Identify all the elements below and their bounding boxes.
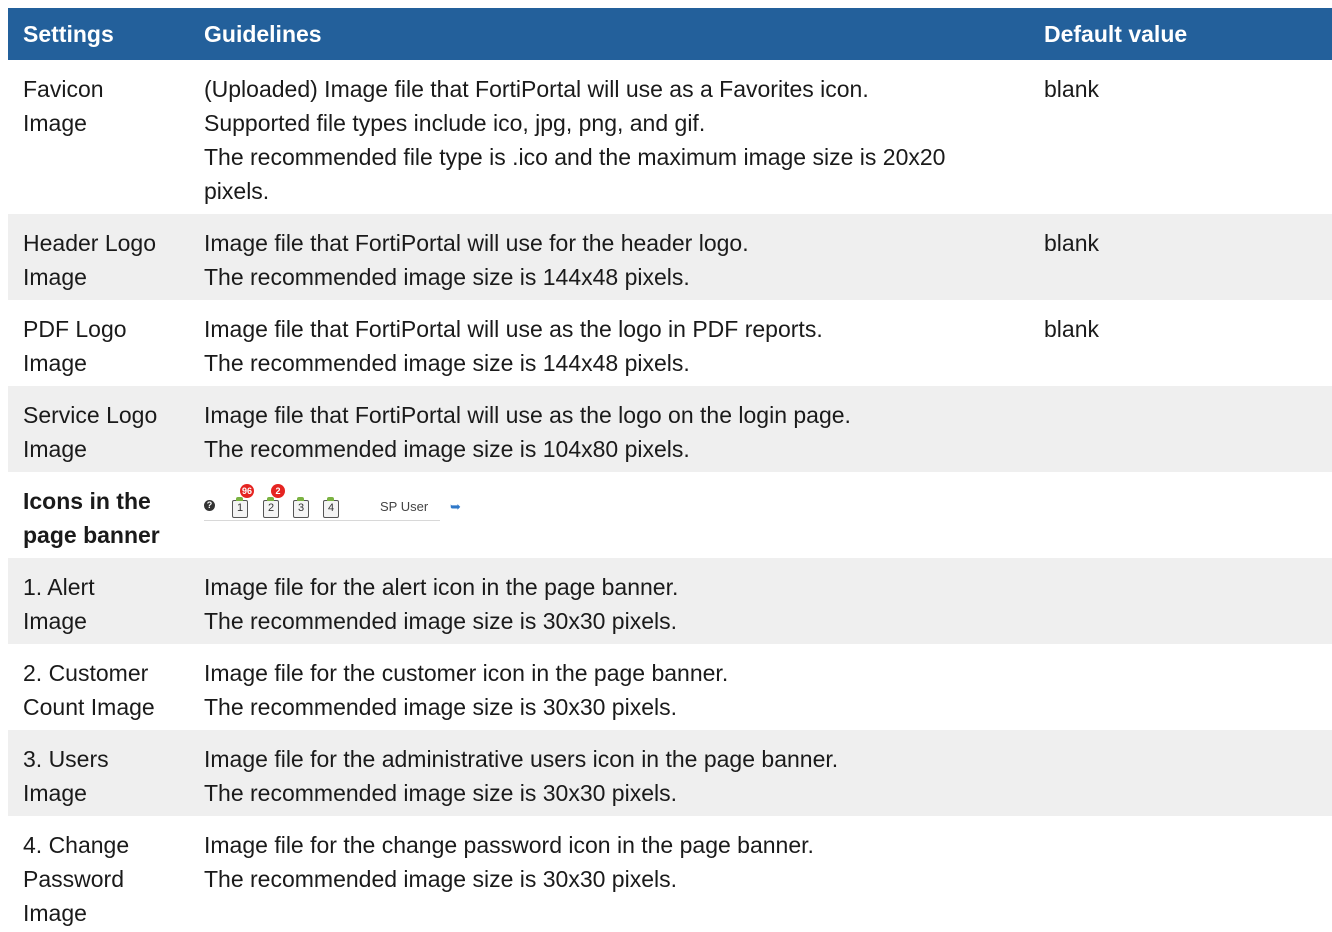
guidelines-cell: ? 1 96 2 2 3 4 SP User ➥ — [189, 472, 1029, 558]
table-row: Service Logo Image Image file that Forti… — [8, 386, 1332, 472]
setting-cell: 4. Change Password Image — [8, 816, 189, 930]
header-default-value: Default value — [1029, 8, 1332, 60]
guideline-text: The recommended file type is .ico and th… — [204, 144, 946, 170]
guidelines-cell: Image file for the change password icon … — [189, 816, 1029, 930]
table-header-row: Settings Guidelines Default value — [8, 8, 1332, 60]
setting-label: Image — [23, 350, 87, 376]
guideline-text: Image file that FortiPortal will use as … — [204, 402, 851, 428]
default-value-cell — [1029, 816, 1332, 930]
default-value: blank — [1044, 316, 1099, 342]
setting-label: Count Image — [23, 694, 155, 720]
table-row: 2. Customer Count Image Image file for t… — [8, 644, 1332, 730]
guideline-text: Image file that FortiPortal will use for… — [204, 230, 749, 256]
guideline-text: pixels. — [204, 178, 270, 204]
settings-table-container: Settings Guidelines Default value Favico… — [8, 8, 1332, 930]
setting-label: Image — [23, 264, 87, 290]
guideline-text: The recommended image size is 104x80 pix… — [204, 436, 690, 462]
setting-cell: Favicon Image — [8, 60, 189, 214]
default-value-cell — [1029, 730, 1332, 816]
section-label: Icons in the — [23, 488, 151, 514]
alert-icon: 1 — [232, 497, 248, 518]
logout-icon: ➥ — [450, 499, 461, 514]
default-value: blank — [1044, 230, 1099, 256]
default-value-cell — [1029, 472, 1332, 558]
guideline-text: The recommended image size is 30x30 pixe… — [204, 780, 678, 806]
guideline-text: The recommended image size is 30x30 pixe… — [204, 866, 678, 892]
help-icon: ? — [204, 500, 215, 511]
setting-label: Header Logo — [23, 230, 156, 256]
table-row: 1. Alert Image Image file for the alert … — [8, 558, 1332, 644]
section-label: page banner — [23, 522, 160, 548]
guidelines-cell: Image file that FortiPortal will use as … — [189, 300, 1029, 386]
setting-label: Image — [23, 608, 87, 634]
setting-label: PDF Logo — [23, 316, 127, 342]
table-row: Favicon Image (Uploaded) Image file that… — [8, 60, 1332, 214]
guidelines-cell: Image file for the customer icon in the … — [189, 644, 1029, 730]
setting-label: Favicon — [23, 76, 104, 102]
table-row: Icons in the page banner ? 1 96 2 2 3 4 … — [8, 472, 1332, 558]
guideline-text: Image file that FortiPortal will use as … — [204, 316, 823, 342]
table-row: Header Logo Image Image file that FortiP… — [8, 214, 1332, 300]
setting-cell: PDF Logo Image — [8, 300, 189, 386]
guideline-text: The recommended image size is 144x48 pix… — [204, 350, 690, 376]
setting-cell: 2. Customer Count Image — [8, 644, 189, 730]
header-guidelines: Guidelines — [189, 8, 1029, 60]
guideline-text: Image file for the administrative users … — [204, 746, 839, 772]
customer-icon: 2 — [263, 497, 279, 518]
default-value-cell — [1029, 558, 1332, 644]
guideline-text: Supported file types include ico, jpg, p… — [204, 110, 706, 136]
users-icon: 3 — [293, 497, 309, 518]
table-row: 3. Users Image Image file for the admini… — [8, 730, 1332, 816]
guidelines-cell: Image file that FortiPortal will use for… — [189, 214, 1029, 300]
guideline-text: The recommended image size is 30x30 pixe… — [204, 608, 678, 634]
default-value-cell — [1029, 386, 1332, 472]
setting-label: 2. Customer — [23, 660, 149, 686]
guidelines-cell: Image file for the administrative users … — [189, 730, 1029, 816]
user-label: SP User — [380, 499, 429, 514]
setting-cell: 3. Users Image — [8, 730, 189, 816]
header-settings: Settings — [8, 8, 189, 60]
customer-count-badge: 2 — [271, 484, 285, 498]
guidelines-cell: Image file that FortiPortal will use as … — [189, 386, 1029, 472]
setting-cell: Service Logo Image — [8, 386, 189, 472]
default-value: blank — [1044, 76, 1099, 102]
setting-label: Image — [23, 780, 87, 806]
settings-table: Settings Guidelines Default value Favico… — [8, 8, 1332, 930]
setting-label: Service Logo — [23, 402, 158, 428]
setting-label: 4. Change — [23, 832, 130, 858]
guidelines-cell: (Uploaded) Image file that FortiPortal w… — [189, 60, 1029, 214]
change-password-icon: 4 — [323, 497, 339, 518]
guideline-text: Image file for the customer icon in the … — [204, 660, 729, 686]
guideline-text: The recommended image size is 144x48 pix… — [204, 264, 690, 290]
guideline-text: Image file for the change password icon … — [204, 832, 814, 858]
default-value-cell: blank — [1029, 60, 1332, 214]
table-row: PDF Logo Image Image file that FortiPort… — [8, 300, 1332, 386]
guideline-text: The recommended image size is 30x30 pixe… — [204, 694, 678, 720]
setting-label: 3. Users — [23, 746, 109, 772]
setting-cell: Header Logo Image — [8, 214, 189, 300]
setting-label: Image — [23, 436, 87, 462]
default-value-cell — [1029, 644, 1332, 730]
guidelines-cell: Image file for the alert icon in the pag… — [189, 558, 1029, 644]
setting-label: Image — [23, 110, 87, 136]
setting-label: 1. Alert — [23, 574, 95, 600]
page-banner-example: ? 1 96 2 2 3 4 SP User ➥ — [204, 484, 461, 521]
guideline-text: Image file for the alert icon in the pag… — [204, 574, 679, 600]
alert-count-badge: 96 — [240, 484, 255, 498]
setting-label: Image — [23, 900, 87, 926]
setting-cell: Icons in the page banner — [8, 472, 189, 558]
setting-label: Password — [23, 866, 124, 892]
default-value-cell: blank — [1029, 300, 1332, 386]
guideline-text: (Uploaded) Image file that FortiPortal w… — [204, 76, 869, 102]
default-value-cell: blank — [1029, 214, 1332, 300]
table-row: 4. Change Password Image Image file for … — [8, 816, 1332, 930]
setting-cell: 1. Alert Image — [8, 558, 189, 644]
